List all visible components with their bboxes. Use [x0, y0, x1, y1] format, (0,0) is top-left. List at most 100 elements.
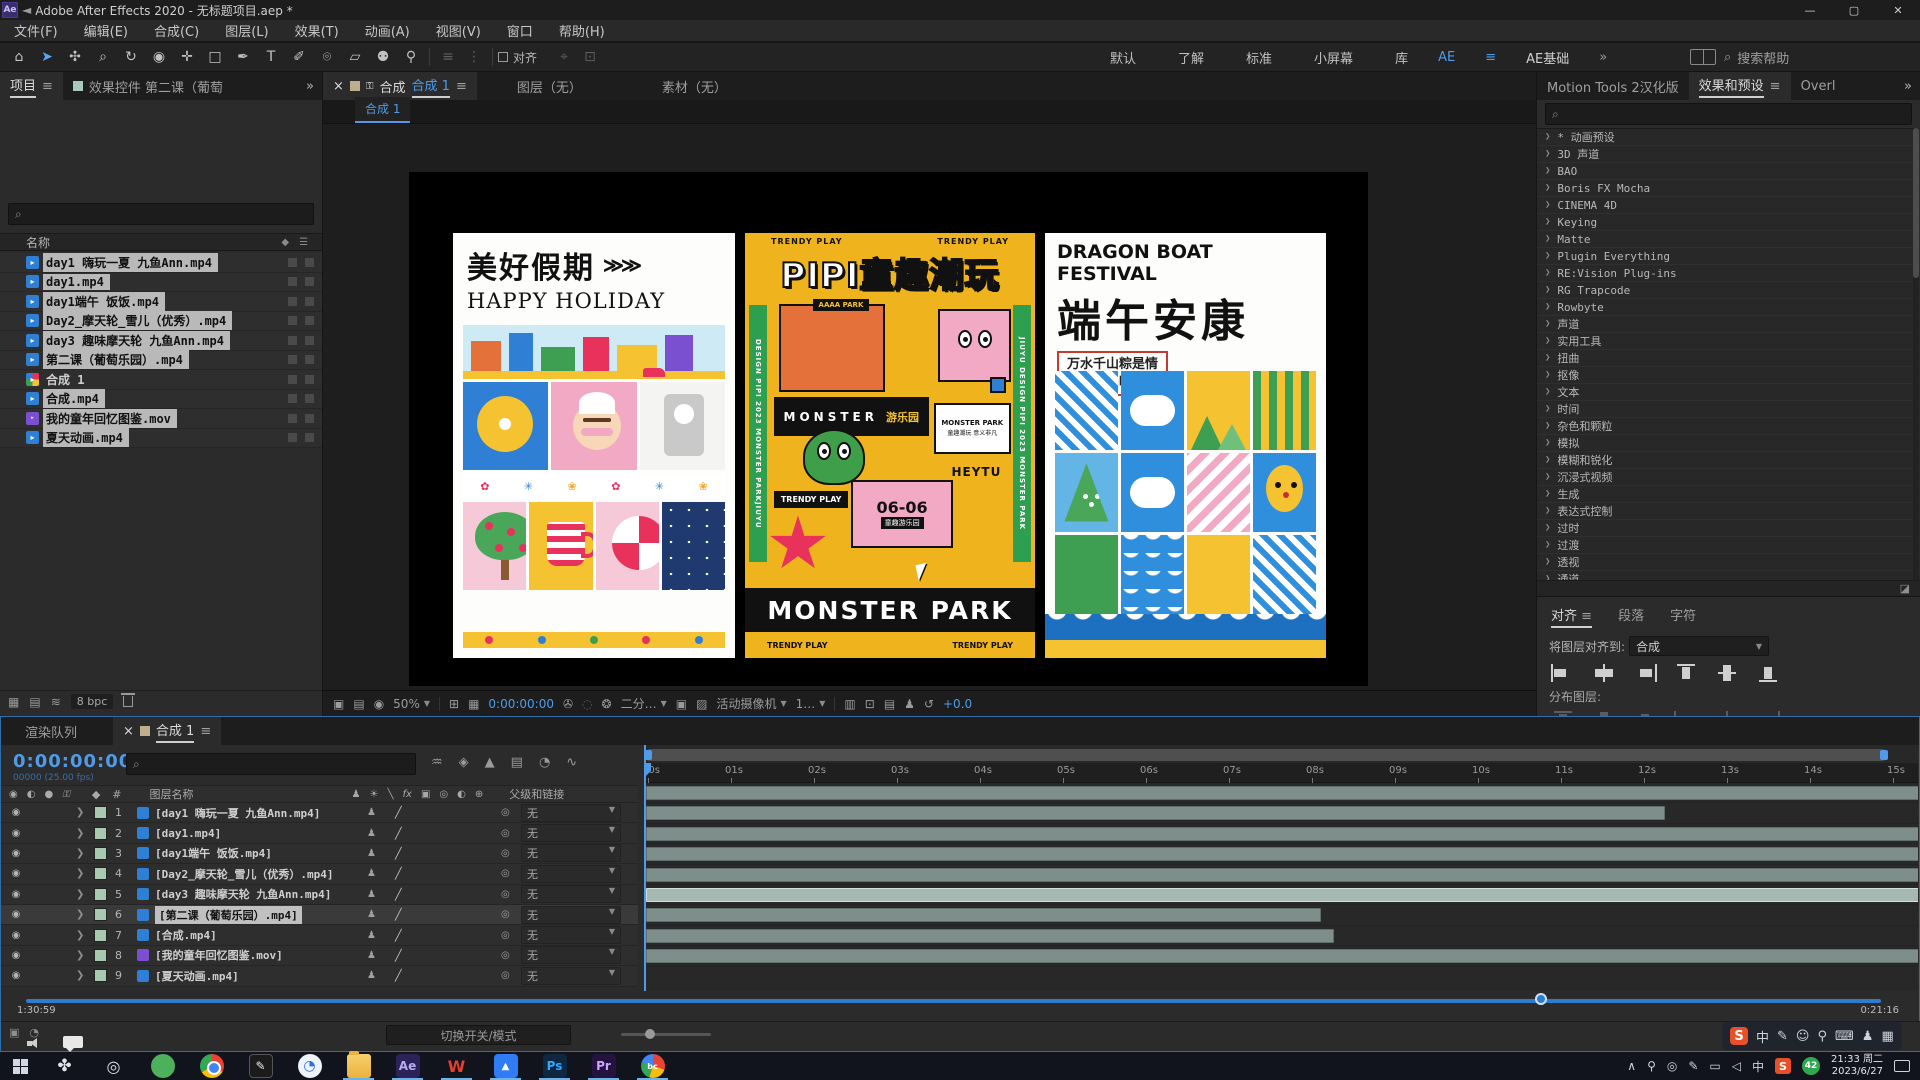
panel-layout-icon[interactable]	[1690, 49, 1716, 65]
quality-switch-icon[interactable]: ╱	[395, 806, 402, 819]
snapshot-icon[interactable]: ✇	[563, 697, 573, 711]
zoom-slider-thumb[interactable]	[645, 1029, 655, 1039]
tab-composition[interactable]: × ⚿ 合成 合成 1 ≡	[323, 72, 477, 100]
flowchart-icon[interactable]: ♟	[904, 697, 915, 711]
twirl-icon[interactable]: ❯	[1545, 540, 1550, 550]
layer-row[interactable]: ◉ ❯ 5 [day3 趣味摩天轮 九鱼Ann.mp4] ♟ ╱ ◎ 无▼	[1, 885, 638, 905]
menu-item[interactable]: 效果(T)	[295, 21, 339, 40]
layer-duration-bar[interactable]	[646, 847, 1918, 861]
timeline-columns-header[interactable]: ◉◐●⚿ ◆# 图层名称 ♟☀╲fx▣◎◐⊕ 父级和链接	[1, 785, 638, 803]
workspace-menu-icon[interactable]: ≡	[1485, 50, 1496, 65]
workspace-tab[interactable]: 了解	[1178, 48, 1204, 67]
layer-duration-bar[interactable]	[646, 929, 1334, 943]
new-folder-icon[interactable]: ▤	[29, 695, 40, 709]
shy-switch-icon[interactable]: ♟	[367, 828, 376, 839]
mini-timeline-icon[interactable]: ▤	[884, 697, 895, 711]
twirl-icon[interactable]: ❯	[1545, 251, 1550, 261]
layer-lane[interactable]	[644, 885, 1918, 905]
effects-category-row[interactable]: ❯ 模拟	[1537, 435, 1913, 452]
tray-circle[interactable]: ◎	[1667, 1059, 1677, 1073]
twirl-icon[interactable]: ❯	[1545, 302, 1550, 312]
align-button[interactable]	[1551, 664, 1575, 682]
menu-item[interactable]: 编辑(E)	[84, 21, 128, 40]
quality-switch-icon[interactable]: ╱	[395, 847, 402, 860]
roi-icon[interactable]: ⊞	[449, 697, 459, 711]
twirl-icon[interactable]: ❯	[1545, 421, 1550, 431]
close-button[interactable]: ✕	[1876, 0, 1920, 20]
pickwhip-icon[interactable]: ◎	[501, 930, 510, 941]
twirl-icon[interactable]: ❯	[1545, 285, 1550, 295]
project-bit-depth[interactable]: 8 bpc	[71, 694, 114, 709]
channel-settings-icon[interactable]: ◉	[374, 697, 384, 711]
effects-category-row[interactable]: ❯ RG Trapcode	[1537, 282, 1913, 299]
twirl-icon[interactable]: ❯	[1545, 166, 1550, 176]
start-button[interactable]	[0, 1052, 40, 1080]
tray-display[interactable]: ▭	[1709, 1059, 1720, 1073]
workspace-tab-ae-basic[interactable]: AE基础	[1526, 48, 1569, 67]
quality-switch-icon[interactable]: ╱	[395, 929, 402, 942]
twirl-icon[interactable]: ❯	[1545, 557, 1550, 567]
layer-row[interactable]: ◉ ❯ 3 [day1端午 饭饭.mp4] ♟ ╱ ◎ 无▼	[1, 844, 638, 864]
tray-hidden-icons[interactable]: ∧	[1627, 1059, 1636, 1073]
app-premiere[interactable]: Pr	[592, 1054, 616, 1078]
label-swatch[interactable]	[94, 847, 107, 860]
toolbox-icon[interactable]: ▦	[1881, 1029, 1893, 1044]
playhead-line[interactable]	[644, 745, 646, 991]
align-checkbox[interactable]	[498, 52, 508, 62]
tool-button[interactable]: ◉	[146, 45, 172, 69]
tool-button[interactable]: ✣	[62, 45, 88, 69]
close-tab-icon[interactable]: ×	[333, 79, 344, 94]
effects-category-row[interactable]: ❯ 声道	[1537, 316, 1913, 333]
quality-switch-icon[interactable]: ╱	[395, 969, 402, 982]
layer-lane[interactable]	[644, 824, 1918, 844]
twirl-icon[interactable]: ❯	[1545, 455, 1550, 465]
tool-button[interactable]: ✐	[286, 45, 312, 69]
app-after-effects[interactable]: Ae	[396, 1054, 420, 1078]
primary-viewer-icon[interactable]: ▤	[353, 697, 364, 711]
timeline-search-input[interactable]: ⌕	[126, 753, 416, 775]
app-quark[interactable]: ◔	[298, 1054, 322, 1078]
layer-name[interactable]: [我的童年回忆图鉴.mov]	[155, 947, 283, 963]
tray-volume[interactable]: ◁	[1732, 1059, 1741, 1073]
twirl-icon[interactable]: ❯	[1545, 506, 1550, 516]
menu-item[interactable]: 视图(V)	[436, 21, 481, 40]
tray-ime[interactable]: 中	[1752, 1058, 1764, 1075]
taskbar-clock[interactable]: 21:33 周二 2023/6/27	[1831, 1054, 1883, 1079]
workspace-overflow-icon[interactable]: »	[1599, 50, 1607, 65]
soft-keyboard-icon[interactable]: ⌨	[1835, 1029, 1854, 1044]
align-button[interactable]	[1756, 664, 1780, 682]
expand-icon[interactable]: ❯	[76, 930, 84, 941]
effects-category-row[interactable]: ❯ Plugin Everything	[1537, 248, 1913, 265]
align-button[interactable]	[1592, 664, 1616, 682]
pickwhip-icon[interactable]: ◎	[501, 970, 510, 981]
taskbar-app[interactable]: Ps	[530, 1052, 579, 1080]
tool-button[interactable]: □	[202, 45, 228, 69]
label-swatch[interactable]	[94, 827, 107, 840]
effects-category-row[interactable]: ❯ 杂色和颗粒	[1537, 418, 1913, 435]
expand-icon[interactable]: ❯	[76, 889, 84, 900]
project-item-row[interactable]: ▸ 夏天动画.mp4	[0, 429, 322, 449]
taskbar-app[interactable]	[138, 1052, 187, 1080]
quality-switch-icon[interactable]: ╱	[395, 827, 402, 840]
twirl-icon[interactable]: ❯	[1545, 217, 1550, 227]
tool-button[interactable]: ⌾	[314, 45, 340, 69]
project-item-row[interactable]: ▸ Day2_摩天轮_雪儿（优秀）.mp4	[0, 312, 322, 332]
composition-viewport[interactable]: 美好假期≫≫ HAPPY HOLIDAY ✿✳❀✿✳❀	[409, 172, 1368, 686]
shy-switch-icon[interactable]: ♟	[367, 889, 376, 900]
expand-icon[interactable]: ⊡	[577, 45, 603, 69]
interpret-footage-icon[interactable]: ▦	[8, 695, 19, 709]
maximize-button[interactable]: ▢	[1832, 0, 1876, 20]
taskbar-app[interactable]: ◔	[285, 1052, 334, 1080]
app-notes[interactable]: ✎	[249, 1054, 273, 1078]
parent-dropdown[interactable]: 无▼	[521, 967, 621, 985]
parent-dropdown[interactable]: 无▼	[521, 804, 621, 822]
layer-duration-bar[interactable]	[646, 786, 1918, 800]
shy-switch-icon[interactable]: ♟	[367, 950, 376, 961]
tool-button[interactable]: ⚉	[370, 45, 396, 69]
pickwhip-icon[interactable]: ◎	[501, 950, 510, 961]
effects-category-row[interactable]: ❯ 模糊和锐化	[1537, 452, 1913, 469]
layer-lane[interactable]	[644, 905, 1918, 925]
tab-motion-tools[interactable]: Motion Tools 2汉化版	[1537, 72, 1689, 100]
effects-category-row[interactable]: ❯ 过渡	[1537, 537, 1913, 554]
label-swatch[interactable]	[94, 867, 107, 880]
